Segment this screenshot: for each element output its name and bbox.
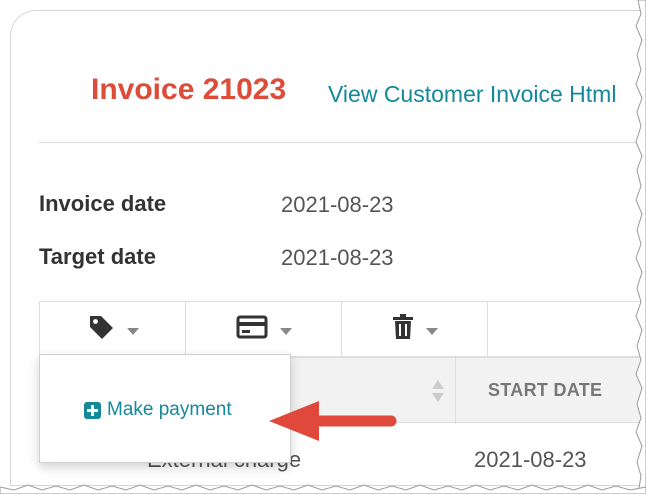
payment-dropdown-menu: Make payment xyxy=(39,354,291,463)
divider xyxy=(39,142,641,143)
invoice-title: Invoice 21023 xyxy=(91,73,287,106)
column-separator xyxy=(455,358,456,424)
view-customer-invoice-link[interactable]: View Customer Invoice Html xyxy=(328,81,616,108)
delete-dropdown-button[interactable] xyxy=(342,302,488,356)
payment-dropdown-button[interactable] xyxy=(186,302,342,356)
tag-icon xyxy=(87,313,115,346)
invoice-panel: Invoice 21023 View Customer Invoice Html… xyxy=(10,10,642,486)
target-date-label: Target date xyxy=(39,244,156,269)
chevron-down-icon xyxy=(279,327,292,335)
credit-card-icon xyxy=(236,315,268,344)
make-payment-label: Make payment xyxy=(107,399,232,420)
torn-edge-right xyxy=(635,0,646,494)
invoice-date-label: Invoice date xyxy=(39,191,167,216)
tag-dropdown-button[interactable] xyxy=(40,302,186,356)
plus-square-icon xyxy=(84,401,101,419)
row-start-date: 2021-08-23 xyxy=(474,447,587,472)
torn-edge-bottom xyxy=(0,484,646,494)
sort-icon[interactable] xyxy=(431,378,445,404)
screenshot-frame: Invoice 21023 View Customer Invoice Html… xyxy=(0,0,646,494)
chevron-down-icon xyxy=(126,327,139,335)
annotation-arrow xyxy=(269,401,397,441)
column-header-start-date[interactable]: START DATE xyxy=(488,380,602,401)
invoice-toolbar xyxy=(39,301,641,357)
chevron-down-icon xyxy=(425,327,438,335)
trash-icon xyxy=(392,313,414,345)
target-date-value: 2021-08-23 xyxy=(281,245,394,270)
make-payment-menu-item[interactable]: Make payment xyxy=(84,399,232,421)
invoice-date-value: 2021-08-23 xyxy=(281,192,394,217)
